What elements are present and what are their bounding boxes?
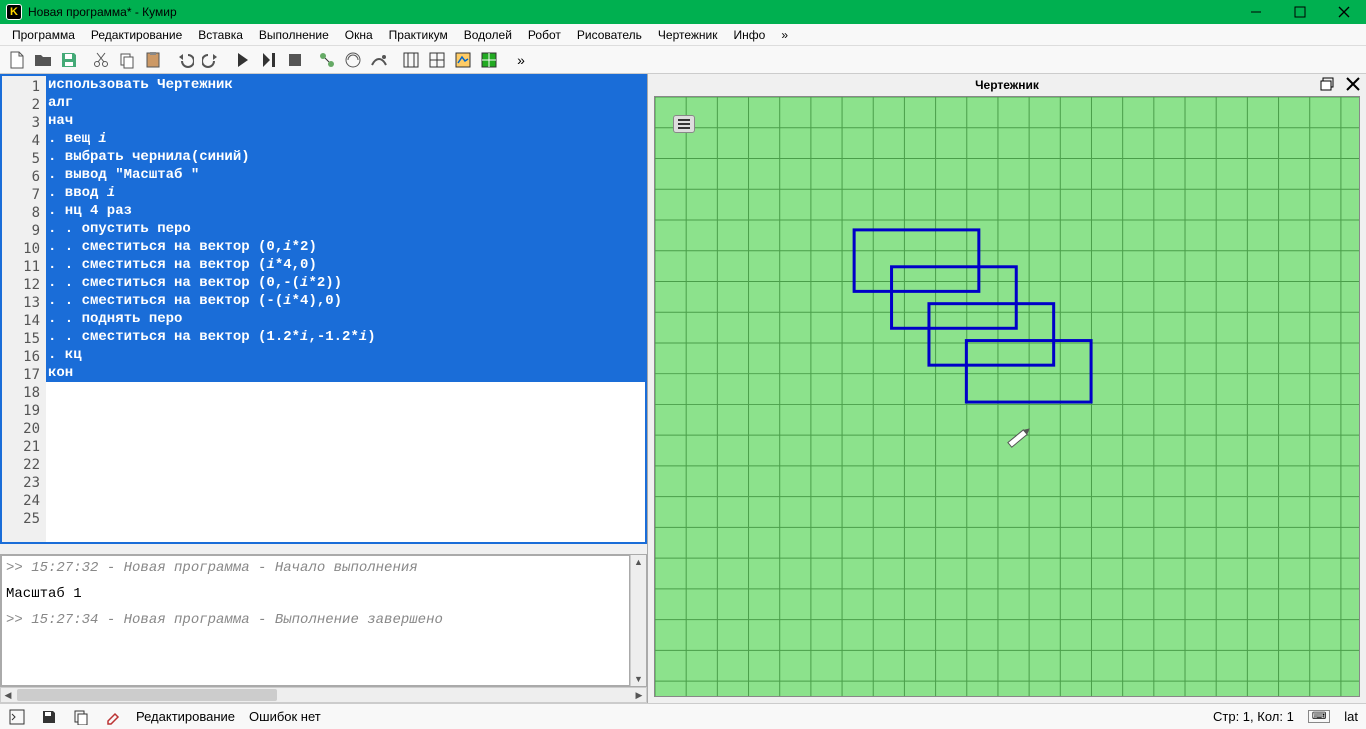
code-line: нач (46, 112, 645, 130)
menu-item-4[interactable]: Окна (337, 26, 381, 44)
status-terminal-icon[interactable] (8, 708, 26, 726)
redo-button[interactable] (198, 48, 224, 72)
paste-button[interactable] (140, 48, 166, 72)
code-line: . . поднять перо (46, 310, 645, 328)
code-line: . вывод "Масштаб " (46, 166, 645, 184)
status-errors: Ошибок нет (249, 709, 321, 724)
code-line: . выбрать чернила(синий) (46, 148, 645, 166)
code-line: . ввод i (46, 184, 645, 202)
code-editor[interactable]: 1234567891011121314151617181920212223242… (0, 74, 647, 544)
cut-button[interactable] (88, 48, 114, 72)
code-line: . . опустить перо (46, 220, 645, 238)
line-gutter: 1234567891011121314151617181920212223242… (2, 76, 46, 542)
menu-item-1[interactable]: Редактирование (83, 26, 190, 44)
left-pane: 1234567891011121314151617181920212223242… (0, 74, 648, 703)
menu-item-2[interactable]: Вставка (190, 26, 251, 44)
layout-2-button[interactable] (424, 48, 450, 72)
layout-4-button[interactable] (476, 48, 502, 72)
code-line: алг (46, 94, 645, 112)
code-line: использовать Чертежник (46, 76, 645, 94)
menu-item-10[interactable]: Инфо (726, 26, 774, 44)
menubar: ПрограммаРедактированиеВставкаВыполнение… (0, 24, 1366, 46)
console-io-line: Масштаб 1 (6, 586, 625, 602)
save-file-button[interactable] (56, 48, 82, 72)
canvas-menu-button[interactable] (673, 115, 695, 133)
minimize-button[interactable] (1234, 0, 1278, 24)
copy-button[interactable] (114, 48, 140, 72)
menu-item-8[interactable]: Рисователь (569, 26, 650, 44)
menu-item-7[interactable]: Робот (520, 26, 569, 44)
stop-button[interactable] (282, 48, 308, 72)
actor-2-button[interactable] (340, 48, 366, 72)
menu-item-11[interactable]: » (773, 26, 796, 44)
status-keyboard-icon[interactable]: ⌨ (1308, 710, 1330, 723)
undo-button[interactable] (172, 48, 198, 72)
code-line: . . сместиться на вектор (0,-(i*2)) (46, 274, 645, 292)
code-line: . . сместиться на вектор (-(i*4),0) (46, 292, 645, 310)
right-pane: Чертежник (648, 74, 1366, 703)
close-button[interactable] (1322, 0, 1366, 24)
drawer-title-text: Чертежник (975, 78, 1039, 92)
statusbar: Редактирование Ошибок нет Стр: 1, Кол: 1… (0, 703, 1366, 729)
code-line: . . сместиться на вектор (0,i*2) (46, 238, 645, 256)
menu-item-5[interactable]: Практикум (381, 26, 456, 44)
menu-item-3[interactable]: Выполнение (251, 26, 337, 44)
actor-3-button[interactable] (366, 48, 392, 72)
actor-1-button[interactable] (314, 48, 340, 72)
console-output[interactable]: >> 15:27:32 - Новая программа - Начало в… (1, 555, 630, 686)
menu-item-0[interactable]: Программа (4, 26, 83, 44)
run-button[interactable] (230, 48, 256, 72)
drawer-canvas[interactable] (654, 96, 1360, 697)
titlebar: K Новая программа* - Кумир (0, 0, 1366, 24)
code-line: . нц 4 раз (46, 202, 645, 220)
code-line: . вещ i (46, 130, 645, 148)
code-line: . кц (46, 346, 645, 364)
panel-restore-icon[interactable] (1320, 77, 1334, 94)
drawer-panel-title: Чертежник (654, 74, 1360, 96)
menu-item-9[interactable]: Чертежник (650, 26, 726, 44)
toolbar: » (0, 46, 1366, 74)
console-vscroll[interactable]: ▲ ▼ (630, 555, 646, 686)
scroll-thumb[interactable] (17, 689, 277, 701)
open-file-button[interactable] (30, 48, 56, 72)
code-line: кон (46, 364, 645, 382)
code-area[interactable]: использовать Чертежникалгнач. вещ i. выб… (46, 76, 645, 542)
app-icon: K (6, 4, 22, 20)
code-line: . . сместиться на вектор (1.2*i,-1.2*i) (46, 328, 645, 346)
status-mode: Редактирование (136, 709, 235, 724)
window-title: Новая программа* - Кумир (28, 5, 1234, 19)
layout-1-button[interactable] (398, 48, 424, 72)
step-button[interactable] (256, 48, 282, 72)
code-line: . . сместиться на вектор (i*4,0) (46, 256, 645, 274)
editor-hscroll[interactable]: ◀ ▶ (0, 687, 647, 703)
status-position: Стр: 1, Кол: 1 (1213, 709, 1294, 724)
status-copy-icon[interactable] (72, 708, 90, 726)
menu-item-6[interactable]: Водолей (456, 26, 520, 44)
console-line: >> 15:27:32 - Новая программа - Начало в… (6, 560, 625, 576)
status-layout-indicator[interactable]: lat (1344, 709, 1358, 724)
panel-close-icon[interactable] (1346, 77, 1360, 94)
maximize-button[interactable] (1278, 0, 1322, 24)
status-save-icon[interactable] (40, 708, 58, 726)
status-clear-icon[interactable] (104, 708, 122, 726)
more-toolbar-button[interactable]: » (508, 48, 534, 72)
console-line: >> 15:27:34 - Новая программа - Выполнен… (6, 612, 625, 628)
new-file-button[interactable] (4, 48, 30, 72)
layout-3-button[interactable] (450, 48, 476, 72)
